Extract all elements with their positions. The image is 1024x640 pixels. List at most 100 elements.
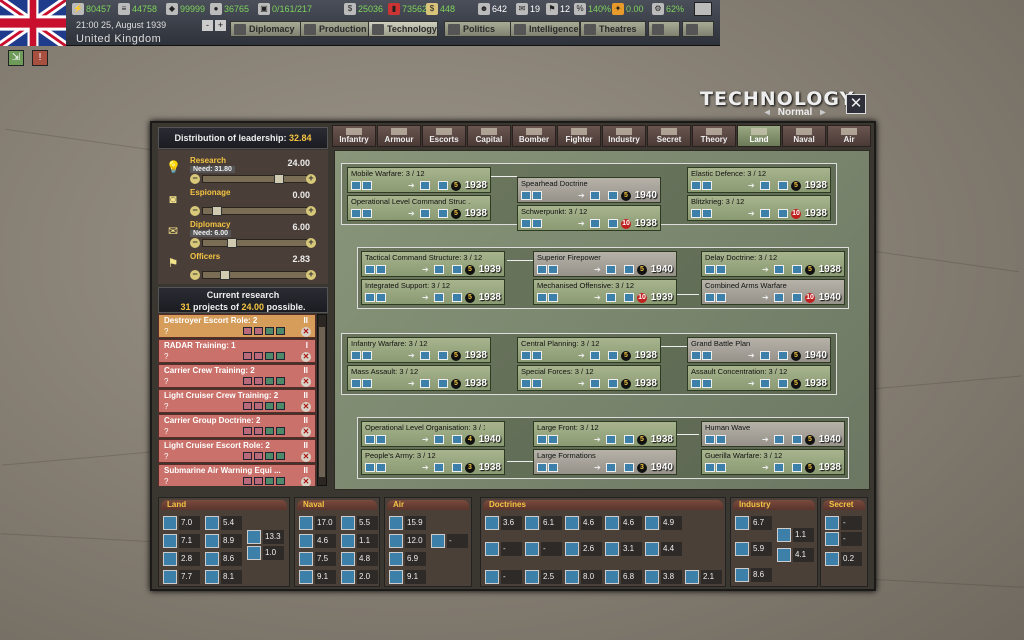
summary-cell[interactable]: 1.1	[341, 534, 379, 549]
move-top-icon[interactable]	[265, 377, 274, 385]
research-plus-button[interactable]: +	[306, 174, 316, 184]
officers-plus-button[interactable]: +	[306, 270, 316, 280]
tab-industry[interactable]: Industry	[602, 125, 646, 147]
tech-node[interactable]: Infantry Warfare: 3 / 12 ➔ 5 1938	[347, 337, 491, 363]
slider-knob[interactable]	[226, 238, 237, 248]
tech-node[interactable]: Mass Assault: 3 / 12 ➔ 5 1938	[347, 365, 491, 391]
ledger-icon[interactable]	[694, 2, 712, 16]
move-top-icon[interactable]	[265, 477, 274, 485]
quick-action-icon[interactable]: ⇲	[8, 50, 24, 66]
diplomacy-plus-button[interactable]: +	[306, 238, 316, 248]
move-up-icon[interactable]	[243, 327, 252, 335]
summary-cell[interactable]: 4.6	[299, 534, 337, 549]
tech-node[interactable]: Schwerpunkt: 3 / 12 ➔ 10 1938	[517, 205, 661, 231]
move-down-icon[interactable]	[254, 377, 263, 385]
summary-cell[interactable]: 3.1	[605, 542, 643, 557]
tech-node[interactable]: People's Army: 3 / 12 ➔ 3 1938	[361, 449, 505, 475]
tab-diplomacy[interactable]: Diplomacy	[230, 21, 302, 37]
summary-cell[interactable]: 12.0	[389, 534, 427, 549]
summary-cell[interactable]: 4.8	[341, 552, 379, 567]
speed-up-button[interactable]: +	[215, 20, 226, 31]
move-top-icon[interactable]	[265, 402, 274, 410]
tab-fighter[interactable]: Fighter	[557, 125, 601, 147]
cash-resource[interactable]: $448	[426, 2, 455, 16]
tech-node[interactable]: Human Wave ➔ 5 1940	[701, 421, 845, 447]
research-slider[interactable]	[202, 174, 310, 184]
summary-cell[interactable]: -	[525, 542, 563, 557]
tech-node[interactable]: Large Front: 3 / 12 ➔ 5 1938	[533, 421, 677, 447]
summary-cell[interactable]: 2.0	[341, 570, 379, 585]
tech-node[interactable]: Elastic Defence: 3 / 12 ➔ 5 1938	[687, 167, 831, 193]
move-bottom-icon[interactable]	[276, 477, 285, 485]
summary-cell[interactable]: -	[485, 542, 523, 557]
summary-cell[interactable]: 7.0	[163, 516, 201, 531]
summary-cell[interactable]: 6.9	[389, 552, 427, 567]
summary-cell[interactable]: 6.1	[525, 516, 563, 531]
summary-cell[interactable]: -	[431, 534, 469, 549]
next-arrow-icon[interactable]: ▸	[820, 107, 825, 118]
scrollbar-thumb[interactable]	[319, 327, 325, 477]
tab-naval[interactable]: Naval	[782, 125, 826, 147]
tech-node[interactable]: Operational Level Organisation: 3 / 12 ➔ 4…	[361, 421, 505, 447]
summary-cell[interactable]: 7.5	[299, 552, 337, 567]
oil-resource[interactable]: ● 36765	[210, 2, 249, 16]
remove-icon[interactable]: ✕	[301, 427, 311, 437]
summary-cell[interactable]: 3.8	[645, 570, 683, 585]
officers-slider[interactable]	[202, 270, 310, 280]
fuel-resource[interactable]: ▮ 73562	[388, 2, 427, 16]
tech-node[interactable]: Guerilla Warfare: 3 / 12 ➔ 5 1938	[701, 449, 845, 475]
metal-resource[interactable]: ≡ 44758	[118, 2, 157, 16]
tab-secret[interactable]: Secret	[647, 125, 691, 147]
move-up-icon[interactable]	[243, 477, 252, 485]
tab-intelligence[interactable]: Intelligence	[510, 21, 580, 37]
research-queue-item[interactable]: Light Cruiser Escort Role: 2? II ✕	[158, 439, 316, 463]
energy-resource[interactable]: ⚡ 80457	[72, 2, 111, 16]
summary-cell[interactable]: 8.9	[205, 534, 243, 549]
summary-cell[interactable]: -	[485, 570, 523, 585]
supplies-resource[interactable]: ▣ 0/161/217	[258, 2, 312, 16]
tech-node[interactable]: Blitzkrieg: 3 / 12 ➔ 10 1938	[687, 195, 831, 221]
research-queue-item[interactable]: Carrier Crew Training: 2? II ✕	[158, 364, 316, 388]
summary-cell[interactable]: 13.3	[247, 530, 285, 545]
summary-cell[interactable]: 4.6	[565, 516, 603, 531]
officers-resource[interactable]: ⚑ 12	[546, 2, 570, 16]
summary-cell[interactable]: 2.1	[685, 570, 723, 585]
tech-node[interactable]: Operational Level Command Struc ... ➔ 5 193…	[347, 195, 491, 221]
move-top-icon[interactable]	[265, 327, 274, 335]
uk-flag-icon[interactable]	[0, 0, 66, 46]
tab-infantry[interactable]: Infantry	[332, 125, 376, 147]
move-bottom-icon[interactable]	[276, 402, 285, 410]
remove-icon[interactable]: ✕	[301, 477, 311, 486]
move-up-icon[interactable]	[243, 452, 252, 460]
summary-cell[interactable]: 8.0	[565, 570, 603, 585]
tab-theory[interactable]: Theory	[692, 125, 736, 147]
summary-cell[interactable]: 4.6	[605, 516, 643, 531]
summary-cell[interactable]: 4.4	[645, 542, 683, 557]
summary-cell[interactable]: 1.1	[777, 528, 815, 543]
move-down-icon[interactable]	[254, 402, 263, 410]
tab-production[interactable]: Production	[300, 21, 370, 37]
difficulty-selector[interactable]: ◂ Normal ▸	[750, 107, 840, 118]
summary-cell[interactable]: 5.9	[735, 542, 773, 557]
remove-icon[interactable]: ✕	[301, 377, 311, 387]
summary-cell[interactable]: 15.9	[389, 516, 427, 531]
rare-materials-resource[interactable]: ◆ 99999	[166, 2, 205, 16]
diplomacy-resource[interactable]: ✉ 19	[516, 2, 540, 16]
summary-cell[interactable]: 5.4	[205, 516, 243, 531]
tech-node[interactable]: Mechanised Offensive: 3 / 12 ➔ 10 1939	[533, 279, 677, 305]
tech-node[interactable]: Mobile Warfare: 3 / 12 ➔ 5 1938	[347, 167, 491, 193]
ic-resource[interactable]: ⚙ 62%	[652, 2, 684, 16]
tech-node[interactable]: Tactical Command Structure: 3 / 12 ➔ 5 1939	[361, 251, 505, 277]
speed-down-button[interactable]: -	[202, 20, 213, 31]
close-button[interactable]: ✕	[846, 94, 866, 114]
research-queue-item[interactable]: Carrier Group Doctrine: 2? II ✕	[158, 414, 316, 438]
summary-cell[interactable]: 9.1	[299, 570, 337, 585]
move-up-icon[interactable]	[243, 352, 252, 360]
tech-node[interactable]: Large Formations ➔ 3 1940	[533, 449, 677, 475]
move-bottom-icon[interactable]	[276, 427, 285, 435]
tech-node[interactable]: Integrated Support: 3 / 12 ➔ 5 1938	[361, 279, 505, 305]
tech-node[interactable]: Grand Battle Plan ➔ 5 1940	[687, 337, 831, 363]
summary-cell[interactable]: 7.1	[163, 534, 201, 549]
tab-technology[interactable]: Technology	[368, 21, 438, 37]
espionage-plus-button[interactable]: +	[306, 206, 316, 216]
